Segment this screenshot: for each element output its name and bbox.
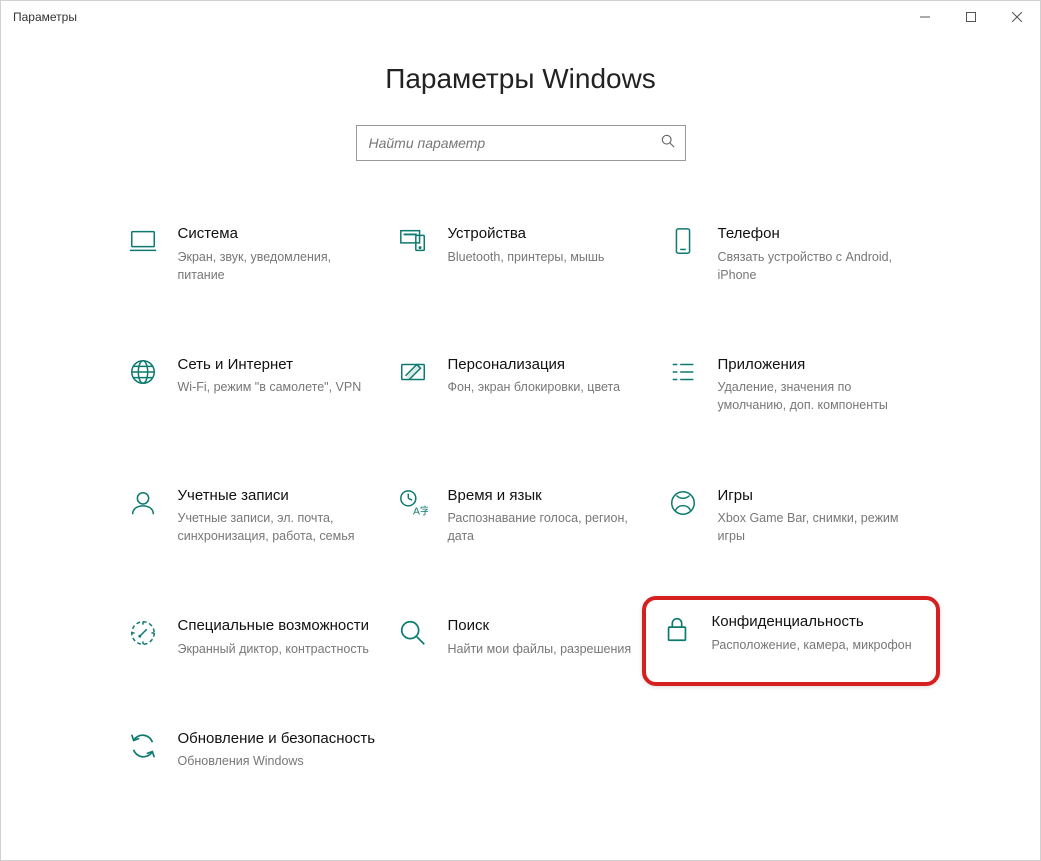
apps-icon xyxy=(666,355,700,389)
tile-title: Система xyxy=(178,224,376,244)
tile-desc: Экран, звук, уведомления, питание xyxy=(178,248,376,284)
minimize-button[interactable] xyxy=(902,1,948,33)
tile-title: Учетные записи xyxy=(178,486,376,506)
tile-network[interactable]: Сеть и Интернет Wi-Fi, режим "в самолете… xyxy=(116,347,386,423)
tile-desc: Распознавание голоса, регион, дата xyxy=(448,509,646,545)
tile-desc: Удаление, значения по умолчанию, доп. ко… xyxy=(718,378,916,414)
system-icon xyxy=(126,224,160,258)
tile-apps[interactable]: Приложения Удаление, значения по умолчан… xyxy=(656,347,926,423)
accessibility-icon xyxy=(126,616,160,650)
tile-devices[interactable]: Устройства Bluetooth, принтеры, мышь xyxy=(386,216,656,292)
tile-gaming[interactable]: Игры Xbox Game Bar, снимки, режим игры xyxy=(656,478,926,554)
lock-icon xyxy=(660,612,694,646)
svg-text:A字: A字 xyxy=(413,504,428,517)
tile-desc: Wi-Fi, режим "в самолете", VPN xyxy=(178,378,376,396)
page-title: Параметры Windows xyxy=(1,63,1040,95)
search-wrap xyxy=(1,125,1040,161)
tile-desc: Расположение, камера, микрофон xyxy=(712,636,922,654)
tile-desc: Bluetooth, принтеры, мышь xyxy=(448,248,646,266)
maximize-button[interactable] xyxy=(948,1,994,33)
tile-title: Устройства xyxy=(448,224,646,244)
tile-accounts[interactable]: Учетные записи Учетные записи, эл. почта… xyxy=(116,478,386,554)
tile-desc: Обновления Windows xyxy=(178,752,376,770)
settings-window: Параметры Параметры Windows xyxy=(0,0,1041,861)
tile-time-language[interactable]: A字 Время и язык Распознавание голоса, ре… xyxy=(386,478,656,554)
devices-icon xyxy=(396,224,430,258)
tile-update[interactable]: Обновление и безопасность Обновления Win… xyxy=(116,721,386,779)
tile-title: Обновление и безопасность xyxy=(178,729,376,749)
tile-desc: Связать устройство с Android, iPhone xyxy=(718,248,916,284)
tile-title: Специальные возможности xyxy=(178,616,376,636)
tile-desc: Xbox Game Bar, снимки, режим игры xyxy=(718,509,916,545)
paint-icon xyxy=(396,355,430,389)
search-icon xyxy=(661,134,675,153)
phone-icon xyxy=(666,224,700,258)
search-input[interactable] xyxy=(367,134,661,152)
tile-ease-of-access[interactable]: Специальные возможности Экранный диктор,… xyxy=(116,608,386,666)
tile-title: Приложения xyxy=(718,355,916,375)
search-box[interactable] xyxy=(356,125,686,161)
titlebar: Параметры xyxy=(1,1,1040,33)
tile-title: Конфиденциальность xyxy=(712,612,922,632)
tile-desc: Найти мои файлы, разрешения xyxy=(448,640,646,658)
tile-title: Игры xyxy=(718,486,916,506)
tile-phone[interactable]: Телефон Связать устройство с Android, iP… xyxy=(656,216,926,292)
time-lang-icon: A字 xyxy=(396,486,430,520)
tile-title: Время и язык xyxy=(448,486,646,506)
person-icon xyxy=(126,486,160,520)
settings-grid: Система Экран, звук, уведомления, питани… xyxy=(1,216,1040,779)
globe-icon xyxy=(126,355,160,389)
tile-desc: Учетные записи, эл. почта, синхронизация… xyxy=(178,509,376,545)
window-controls xyxy=(902,1,1040,33)
update-icon xyxy=(126,729,160,763)
tile-title: Сеть и Интернет xyxy=(178,355,376,375)
tile-title: Поиск xyxy=(448,616,646,636)
tile-desc: Фон, экран блокировки, цвета xyxy=(448,378,646,396)
content-area: Параметры Windows Система Экран, звук, у… xyxy=(1,33,1040,860)
xbox-icon xyxy=(666,486,700,520)
tile-search[interactable]: Поиск Найти мои файлы, разрешения xyxy=(386,608,656,666)
magnifier-icon xyxy=(396,616,430,650)
tile-personalization[interactable]: Персонализация Фон, экран блокировки, цв… xyxy=(386,347,656,423)
close-button[interactable] xyxy=(994,1,1040,33)
tile-title: Телефон xyxy=(718,224,916,244)
tile-system[interactable]: Система Экран, звук, уведомления, питани… xyxy=(116,216,386,292)
tile-title: Персонализация xyxy=(448,355,646,375)
tile-privacy[interactable]: Конфиденциальность Расположение, камера,… xyxy=(642,596,940,686)
tile-desc: Экранный диктор, контрастность xyxy=(178,640,376,658)
window-title: Параметры xyxy=(13,10,902,24)
